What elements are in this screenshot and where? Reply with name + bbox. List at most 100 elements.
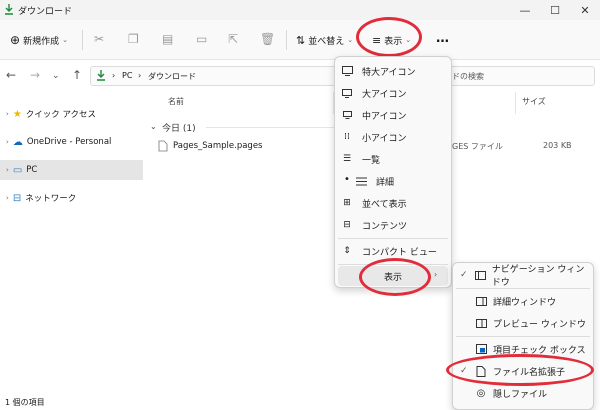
preview-pane-icon xyxy=(474,316,488,330)
more-options-button[interactable]: … xyxy=(436,31,449,46)
monitor-icon: ▭ xyxy=(12,164,23,176)
chevron-right-icon: › xyxy=(6,138,9,146)
sidebar-item-network[interactable]: › ⊟ ネットワーク xyxy=(0,188,143,208)
details-pane-icon xyxy=(474,294,488,308)
eye-icon: ◎ xyxy=(476,387,486,399)
column-header-size[interactable]: サイズ xyxy=(522,96,546,107)
plus-icon: ⊕ xyxy=(10,33,21,47)
up-arrow-icon[interactable]: ↑ xyxy=(72,68,82,82)
chevron-down-icon[interactable]: ⌄ xyxy=(52,71,60,81)
breadcrumb-downloads[interactable]: ダウンロード xyxy=(148,71,196,82)
monitor-icon xyxy=(340,86,354,100)
view-button[interactable]: ≡ 表示 ⌄ xyxy=(372,30,411,50)
view-icon: ≡ xyxy=(372,33,382,47)
sidebar-item-onedrive[interactable]: › ☁ OneDrive - Personal xyxy=(0,132,143,152)
separator xyxy=(286,30,287,50)
breadcrumb-separator: › xyxy=(138,71,142,80)
rename-icon[interactable]: ▭ xyxy=(196,32,207,46)
sort-icon: ⇅ xyxy=(296,33,306,47)
menu-item-medium-icons[interactable]: 中アイコン xyxy=(340,104,446,126)
group-divider xyxy=(206,127,336,128)
chevron-right-icon: › xyxy=(6,166,9,174)
submenu-item-preview-pane[interactable]: プレビュー ウィンドウ xyxy=(474,312,592,334)
cloud-icon: ☁ xyxy=(12,136,23,148)
sidebar-item-label: クイック アクセス xyxy=(25,110,97,120)
menu-separator xyxy=(456,336,590,337)
menu-item-show[interactable]: 表示 xyxy=(340,265,446,287)
menu-item-compact-view[interactable]: ⇕ コンパクト ビュー xyxy=(340,240,446,262)
menu-item-large-icons[interactable]: 大アイコン xyxy=(340,82,446,104)
submenu-item-details-pane[interactable]: 詳細ウィンドウ xyxy=(474,290,592,312)
compact-view-icon: ⇕ xyxy=(343,246,351,256)
menu-item-small-icons[interactable]: ⁞⁞ 小アイコン xyxy=(340,126,446,148)
details-icon xyxy=(354,174,368,188)
sidebar-item-label: ネットワーク xyxy=(25,194,77,204)
menu-separator xyxy=(456,288,590,289)
back-arrow-icon[interactable]: ← xyxy=(6,68,16,82)
file-type: GES ファイル xyxy=(452,142,503,151)
sidebar-item-quick-access[interactable]: › ★ クイック アクセス xyxy=(0,104,143,124)
close-button[interactable]: ✕ xyxy=(570,0,600,20)
sort-button[interactable]: ⇅ 並べ替え ⌄ xyxy=(296,30,353,50)
checkmark-icon: ✓ xyxy=(460,366,468,376)
breadcrumb-separator: › xyxy=(112,71,116,80)
chevron-right-icon: › xyxy=(434,270,438,279)
menu-item-tiles[interactable]: ⊞ 並べて表示 xyxy=(340,192,446,214)
menu-item-content[interactable]: ⊟ コンテンツ xyxy=(340,214,446,236)
column-divider[interactable] xyxy=(515,92,516,114)
chevron-down-icon[interactable]: ⌄ xyxy=(150,122,157,131)
tiles-icon: ⊞ xyxy=(343,198,351,208)
menu-item-details[interactable]: 詳細 xyxy=(340,170,446,192)
window-title: ダウンロード xyxy=(18,7,73,17)
new-label: 新規作成 xyxy=(23,36,60,47)
chevron-right-icon: › xyxy=(6,110,9,118)
menu-item-extra-large-icons[interactable]: 特大アイコン xyxy=(340,60,446,82)
separator xyxy=(82,30,83,50)
sidebar-item-label: PC xyxy=(26,165,38,175)
paste-icon[interactable]: ▤ xyxy=(162,32,173,46)
navigation-pane-icon xyxy=(474,268,487,282)
submenu-item-file-name-extensions[interactable]: ファイル名拡張子 xyxy=(474,360,592,382)
sidebar-item-pc[interactable]: › ▭ PC xyxy=(0,160,143,180)
submenu-item-navigation-pane[interactable]: ナビゲーション ウィンドウ xyxy=(474,264,592,288)
view-label: 表示 xyxy=(384,36,403,47)
file-size: 203 KB xyxy=(543,141,572,150)
file-extension-icon xyxy=(474,364,488,378)
forward-arrow-icon[interactable]: → xyxy=(30,68,40,82)
new-button[interactable]: ⊕ 新規作成 ⌄ xyxy=(10,30,68,50)
chevron-down-icon: ⌄ xyxy=(62,36,68,44)
download-icon xyxy=(4,3,14,18)
monitor-icon xyxy=(340,64,354,78)
copy-icon[interactable]: ❐ xyxy=(128,32,139,46)
chevron-down-icon: ⌄ xyxy=(405,36,412,44)
group-header[interactable]: 今日 (1) xyxy=(162,121,196,134)
list-icon: ☰ xyxy=(342,154,352,164)
status-text: 1 個の項目 xyxy=(5,398,45,407)
checkbox-icon xyxy=(474,342,488,356)
maximize-button[interactable]: ☐ xyxy=(540,0,570,20)
content-icon: ⊟ xyxy=(343,220,351,230)
download-icon xyxy=(96,69,106,84)
submenu-item-item-check-boxes[interactable]: 項目チェック ボックス xyxy=(474,338,592,360)
breadcrumb-pc[interactable]: PC xyxy=(122,71,132,80)
sidebar-item-label: OneDrive - Personal xyxy=(26,137,112,147)
cut-icon[interactable]: ✂ xyxy=(94,32,104,46)
chevron-down-icon: ⌄ xyxy=(347,36,354,44)
share-icon[interactable]: ⇱ xyxy=(228,32,238,46)
sort-label: 並べ替え xyxy=(308,36,345,47)
submenu-item-hidden-items[interactable]: ◎ 隠しファイル xyxy=(474,382,592,404)
monitor-icon xyxy=(340,108,354,122)
checkmark-icon: ✓ xyxy=(460,270,468,280)
minimize-button[interactable]: — xyxy=(510,0,540,20)
menu-separator xyxy=(338,238,448,239)
file-name[interactable]: Pages_Sample.pages xyxy=(173,141,263,151)
column-header-name[interactable]: 名前 xyxy=(168,96,184,107)
star-icon: ★ xyxy=(12,108,22,120)
file-icon xyxy=(158,140,168,155)
chevron-right-icon: › xyxy=(6,194,9,202)
menu-item-list[interactable]: ☰ 一覧 xyxy=(340,148,446,170)
search-placeholder: ドの検索 xyxy=(452,72,484,81)
delete-icon[interactable]: 🗑 xyxy=(260,32,275,46)
network-icon: ⊟ xyxy=(12,192,22,204)
small-icons-icon: ⁞⁞ xyxy=(344,132,350,142)
